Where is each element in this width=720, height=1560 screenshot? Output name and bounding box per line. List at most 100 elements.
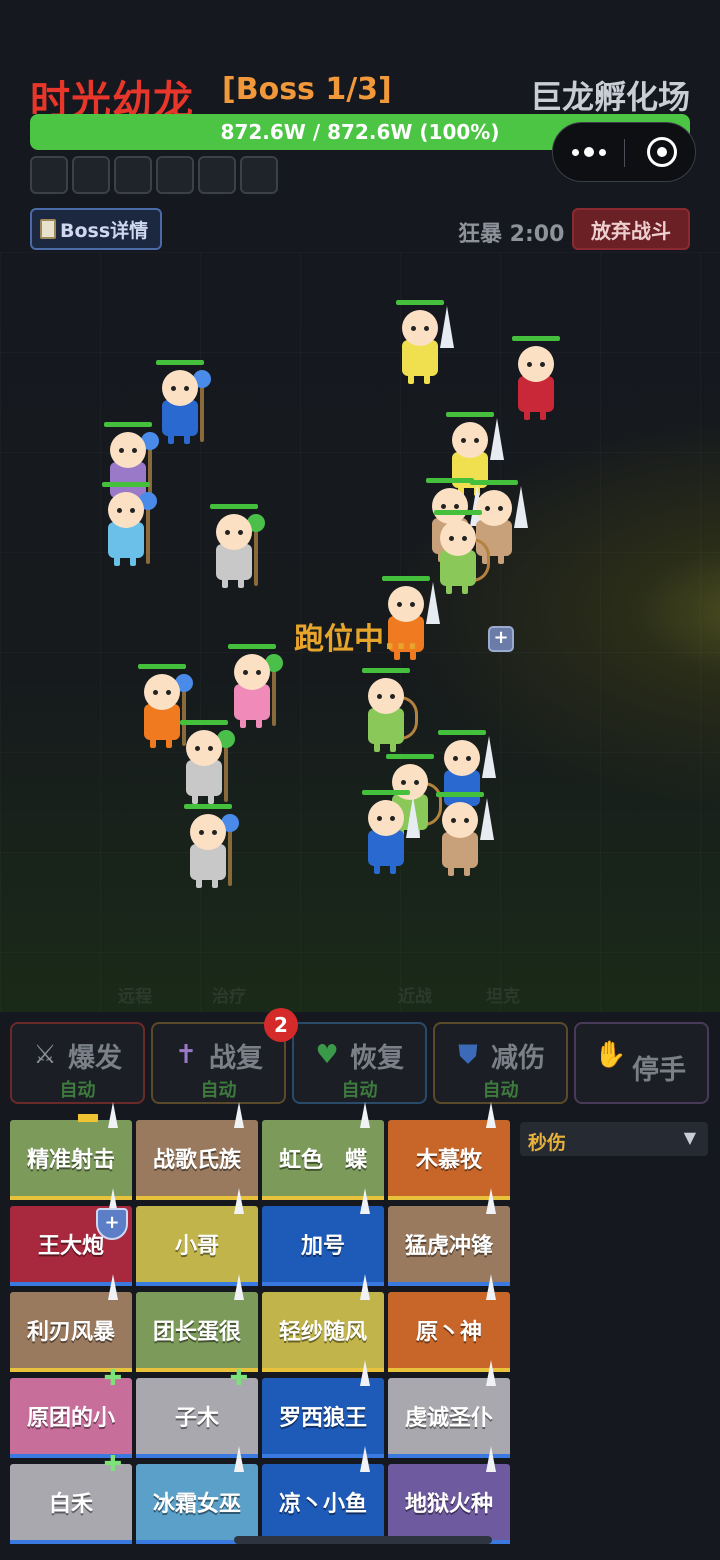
unit-hp-bar xyxy=(470,480,518,485)
unit-legs xyxy=(240,718,246,728)
zone-label-melee: 近战 xyxy=(398,987,432,1007)
command-button-3[interactable]: ⛊ 减伤 自动 xyxy=(433,1022,568,1104)
unit-head xyxy=(144,674,180,710)
command-mode: 自动 xyxy=(59,1080,96,1101)
buff-slot xyxy=(30,156,68,194)
raid-unit xyxy=(172,720,235,810)
give-up-button[interactable]: 放弃战斗 xyxy=(572,208,690,250)
unit-head xyxy=(440,520,476,556)
roster-card[interactable]: 冰霜女巫 xyxy=(136,1446,258,1544)
heal-marker-icon: + xyxy=(488,626,514,652)
unit-head xyxy=(234,654,270,690)
roster-card[interactable]: 原团的小 ✚ xyxy=(10,1368,132,1458)
unit-hp-bar xyxy=(396,300,444,305)
boss-detail-button[interactable]: Boss详情 xyxy=(30,208,162,250)
sort-select-value: 秒伤 xyxy=(528,1132,567,1154)
unit-hp-bar xyxy=(180,720,228,725)
command-button-2[interactable]: ♥ 恢复 自动 xyxy=(292,1022,427,1104)
unit-hp-bar xyxy=(386,754,434,759)
more-dots-icon[interactable] xyxy=(553,123,625,181)
boss-buff-slots xyxy=(30,156,278,194)
unit-legs xyxy=(524,410,530,420)
sword-marker-icon xyxy=(234,1274,244,1300)
command-label: 战复 xyxy=(209,1043,263,1074)
roster-card[interactable]: 利刃风暴 xyxy=(10,1274,132,1372)
command-button-1[interactable]: ✝ 战复 自动 xyxy=(151,1022,286,1104)
game-screen: 时光幼龙 [Boss 1/3] 巨龙孵化场 872.6W / 872.6W (1… xyxy=(0,0,720,1560)
sword-marker-icon xyxy=(108,1274,118,1300)
command-label: 爆发 xyxy=(68,1043,122,1074)
sword-marker-icon xyxy=(360,1102,370,1128)
roster-card[interactable]: 地狱火种 xyxy=(388,1446,510,1544)
unit-head xyxy=(402,310,438,346)
unit-legs xyxy=(196,878,202,888)
unit-legs xyxy=(114,556,120,566)
command-bar: ⚔ 爆发 自动 ✝ 战复 自动 ♥ 恢复 自动 ⛊ 减伤 自动 ✋ 停手 xyxy=(10,1022,710,1104)
unit-hp-bar xyxy=(438,730,486,735)
unit-legs xyxy=(408,374,414,384)
unit-hp-bar xyxy=(362,668,410,673)
raid-unit xyxy=(94,482,157,572)
sword-icon xyxy=(440,306,454,348)
raid-unit xyxy=(428,792,494,882)
tank-shield-icon: + xyxy=(96,1208,128,1240)
command-button-4[interactable]: ✋ 停手 xyxy=(574,1022,709,1104)
berserk-timer: 狂暴 2:00 xyxy=(458,222,565,247)
staff-icon xyxy=(254,524,258,586)
unit-hp-bar xyxy=(102,482,150,487)
unit-hp-bar xyxy=(184,804,232,809)
sword-icon xyxy=(426,582,440,624)
roster-member-name: 子木 xyxy=(174,1406,219,1431)
roster-member-name: 猛虎冲锋 xyxy=(404,1234,493,1259)
target-circle-icon[interactable] xyxy=(647,137,677,167)
status-running-text: 跑位中... xyxy=(294,622,419,657)
buff-slot xyxy=(72,156,110,194)
heal-plus-icon: ✚ xyxy=(229,1366,249,1391)
zone-label-tank: 坦克 xyxy=(486,987,520,1007)
roster-member-name: 精准射击 xyxy=(26,1148,115,1173)
zone-label-healer: 治疗 xyxy=(212,987,246,1007)
unit-legs xyxy=(446,584,452,594)
raid-unit xyxy=(354,668,418,758)
unit-head xyxy=(108,492,144,528)
sort-select[interactable]: 秒伤 ▼ xyxy=(520,1122,708,1156)
notification-badge: 2 xyxy=(264,1008,298,1042)
command-button-0[interactable]: ⚔ 爆发自动 xyxy=(10,1022,145,1104)
capsule-divider xyxy=(624,139,625,167)
raid-unit xyxy=(202,504,265,594)
command-mode: 自动 xyxy=(482,1080,519,1101)
sword-marker-icon xyxy=(234,1188,244,1214)
unit-legs xyxy=(192,794,198,804)
roster-member-name: 木慕牧 xyxy=(415,1148,482,1173)
command-mode: 自动 xyxy=(200,1080,237,1101)
unit-head xyxy=(162,370,198,406)
clipboard-icon xyxy=(40,219,56,239)
buff-slot xyxy=(198,156,236,194)
roster-member-name: 战歌氏族 xyxy=(152,1148,241,1173)
buff-slot xyxy=(156,156,194,194)
unit-legs xyxy=(168,434,174,444)
unit-legs xyxy=(222,578,228,588)
battlefield: 远程 治疗 近战 坦克 + 跑位中... xyxy=(0,252,720,1012)
unit-hp-bar xyxy=(382,576,430,581)
sword-icon xyxy=(482,736,496,778)
heart-icon: ♥ xyxy=(315,1040,339,1070)
unit-hp-bar xyxy=(138,664,186,669)
boss-stage: [Boss 1/3] xyxy=(222,72,392,107)
roster-card[interactable]: 白禾 ✚ xyxy=(10,1454,132,1544)
roster-member-name: 原丶神 xyxy=(415,1320,482,1345)
heal-plus-icon: ✚ xyxy=(103,1366,123,1391)
arena-name: 巨龙孵化场 xyxy=(529,78,690,116)
buff-slot xyxy=(114,156,152,194)
unit-head xyxy=(110,432,146,468)
unit-legs xyxy=(448,866,454,876)
crossed-swords-icon: ⚔ xyxy=(33,1040,57,1070)
roster-card[interactable]: 团长蛋很 xyxy=(136,1274,258,1372)
roster-member-name: 轻纱随风 xyxy=(278,1320,367,1345)
roster-scrollbar[interactable] xyxy=(234,1536,492,1544)
roster-card[interactable]: 凉丶小鱼 xyxy=(262,1446,384,1544)
raid-unit xyxy=(504,336,564,426)
unit-head xyxy=(216,514,252,550)
command-mode: 自动 xyxy=(341,1080,378,1101)
sword-icon xyxy=(480,798,494,840)
